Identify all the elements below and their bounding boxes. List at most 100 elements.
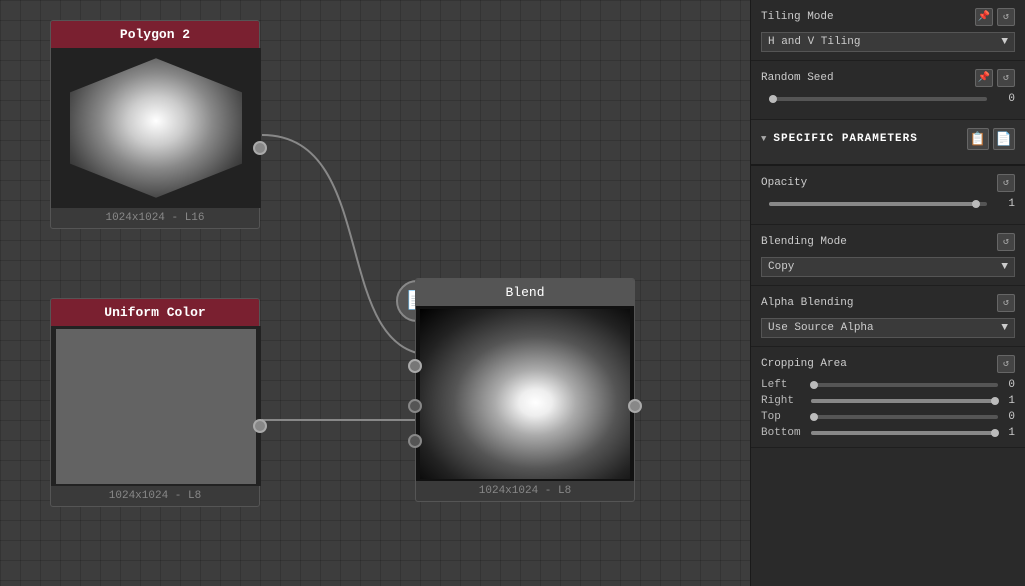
opacity-row: Opacity ↺	[761, 174, 1015, 192]
opacity-reset-icon: ↺	[1003, 177, 1009, 189]
random-seed-slider-row: 0	[761, 93, 1015, 105]
crop-right-label: Right	[761, 395, 801, 407]
specific-params-label: SPECIFIC PARAMETERS	[773, 133, 917, 145]
tiling-mode-icons: 📌 ↺	[975, 8, 1015, 26]
blending-mode-label: Blending Mode	[761, 236, 847, 248]
opacity-fill	[769, 202, 976, 206]
uniform-preview-image	[56, 329, 256, 484]
opacity-track	[769, 202, 987, 206]
alpha-reset-icon: ↺	[1003, 297, 1009, 309]
random-seed-section: Random Seed 📌 ↺ 0	[751, 61, 1025, 120]
opacity-section: Opacity ↺ 1	[751, 166, 1025, 225]
random-seed-row: Random Seed 📌 ↺	[761, 69, 1015, 87]
alpha-blending-label: Alpha Blending	[761, 297, 853, 309]
blending-mode-dropdown[interactable]: Copy ▼	[761, 257, 1015, 277]
polygon-output-port[interactable]	[253, 141, 267, 155]
random-seed-icons: 📌 ↺	[975, 69, 1015, 87]
reset-icon: ↺	[1003, 11, 1009, 23]
blend-preview-image	[420, 309, 630, 479]
specific-params-header: ▼ SPECIFIC PARAMETERS 📋 📄	[761, 128, 1015, 150]
alpha-blending-section: Alpha Blending ↺ Use Source Alpha ▼	[751, 286, 1025, 347]
opacity-value: 1	[995, 198, 1015, 210]
crop-reset-icon: ↺	[1003, 358, 1009, 370]
pin-icon: 📌	[978, 11, 990, 23]
crop-right-track	[811, 399, 999, 403]
alpha-blending-value: Use Source Alpha	[768, 322, 874, 334]
specific-params-icon-2[interactable]: 📄	[993, 128, 1015, 150]
crop-right-slider[interactable]	[811, 398, 999, 404]
tiling-mode-value: H and V Tiling	[768, 36, 860, 48]
crop-top-value: 0	[1008, 411, 1015, 423]
opacity-slider[interactable]	[769, 201, 987, 207]
crop-bottom-fill	[811, 431, 995, 435]
tiling-mode-section: Tiling Mode 📌 ↺ H and V Tiling ▼	[751, 0, 1025, 61]
node-canvas[interactable]: Polygon 2 1024x1024 - L16 Uniform Color …	[0, 0, 750, 586]
crop-bottom-label: Bottom	[761, 427, 801, 439]
tiling-mode-row: Tiling Mode 📌 ↺	[761, 8, 1015, 26]
blending-mode-section: Blending Mode ↺ Copy ▼	[751, 225, 1025, 286]
specific-params-icon-1[interactable]: 📋	[967, 128, 989, 150]
node-uniform-preview	[51, 326, 261, 486]
crop-top-label: Top	[761, 411, 801, 423]
blend-output-port[interactable]	[628, 399, 642, 413]
node-polygon-header: Polygon 2	[51, 21, 259, 48]
tiling-mode-dropdown[interactable]: H and V Tiling ▼	[761, 32, 1015, 52]
node-blend-size: 1024x1024 - L8	[416, 481, 634, 501]
random-seed-track	[769, 97, 987, 101]
seed-pin-icon: 📌	[978, 72, 990, 84]
node-blend-header: Blend	[416, 279, 634, 306]
blend-input-port-2[interactable]	[408, 399, 422, 413]
crop-left-label: Left	[761, 379, 801, 391]
crop-left-thumb	[810, 381, 818, 389]
node-uniform-header: Uniform Color	[51, 299, 259, 326]
specific-params-icons: 📋 📄	[967, 128, 1015, 150]
opacity-thumb	[972, 200, 980, 208]
opacity-slider-row: 1	[761, 198, 1015, 210]
blending-mode-value: Copy	[768, 261, 794, 273]
crop-top-track	[811, 415, 999, 419]
random-seed-label: Random Seed	[761, 72, 834, 84]
uniform-output-port[interactable]	[253, 419, 267, 433]
polygon-preview-image	[56, 51, 256, 206]
crop-bottom-thumb	[991, 429, 999, 437]
blend-input-port-1[interactable]	[408, 359, 422, 373]
blend-input-port-3[interactable]	[408, 434, 422, 448]
alpha-blending-icon[interactable]: ↺	[997, 294, 1015, 312]
blending-mode-icon[interactable]: ↺	[997, 233, 1015, 251]
crop-top-slider[interactable]	[811, 414, 999, 420]
crop-left-track	[811, 383, 999, 387]
random-seed-value: 0	[995, 93, 1015, 105]
crop-right-value: 1	[1008, 395, 1015, 407]
crop-bottom-value: 1	[1008, 427, 1015, 439]
node-polygon-size: 1024x1024 - L16	[51, 208, 259, 228]
seed-reset-icon: ↺	[1003, 72, 1009, 84]
opacity-icon[interactable]: ↺	[997, 174, 1015, 192]
node-blend: Blend 1024x1024 - L8	[415, 278, 635, 502]
crop-left-slider[interactable]	[811, 382, 999, 388]
right-panel: Tiling Mode 📌 ↺ H and V Tiling ▼ Random …	[750, 0, 1025, 586]
random-seed-icon-1[interactable]: 📌	[975, 69, 993, 87]
specific-params-title: ▼ SPECIFIC PARAMETERS	[761, 133, 918, 145]
node-uniform-size: 1024x1024 - L8	[51, 486, 259, 506]
blending-dropdown-arrow-icon: ▼	[1001, 261, 1008, 273]
cropping-area-header-row: Cropping Area ↺	[761, 355, 1015, 373]
random-seed-thumb	[769, 95, 777, 103]
crop-right-thumb	[991, 397, 999, 405]
node-uniform: Uniform Color 1024x1024 - L8	[50, 298, 260, 507]
alpha-blending-row: Alpha Blending ↺	[761, 294, 1015, 312]
crop-bottom-track	[811, 431, 999, 435]
crop-bottom-slider[interactable]	[811, 430, 999, 436]
random-seed-slider[interactable]	[769, 96, 987, 102]
tiling-mode-icon-2[interactable]: ↺	[997, 8, 1015, 26]
cropping-area-label: Cropping Area	[761, 358, 847, 370]
cropping-area-icon[interactable]: ↺	[997, 355, 1015, 373]
alpha-blending-dropdown[interactable]: Use Source Alpha ▼	[761, 318, 1015, 338]
dropdown-arrow-icon: ▼	[1001, 36, 1008, 48]
specific-params-header-section: ▼ SPECIFIC PARAMETERS 📋 📄	[751, 120, 1025, 166]
section-collapse-icon[interactable]: ▼	[761, 134, 767, 144]
opacity-label: Opacity	[761, 177, 807, 189]
cropping-area-section: Cropping Area ↺ Left 0 Right 1	[751, 347, 1025, 448]
random-seed-icon-2[interactable]: ↺	[997, 69, 1015, 87]
tiling-mode-icon-1[interactable]: 📌	[975, 8, 993, 26]
node-polygon: Polygon 2 1024x1024 - L16	[50, 20, 260, 229]
